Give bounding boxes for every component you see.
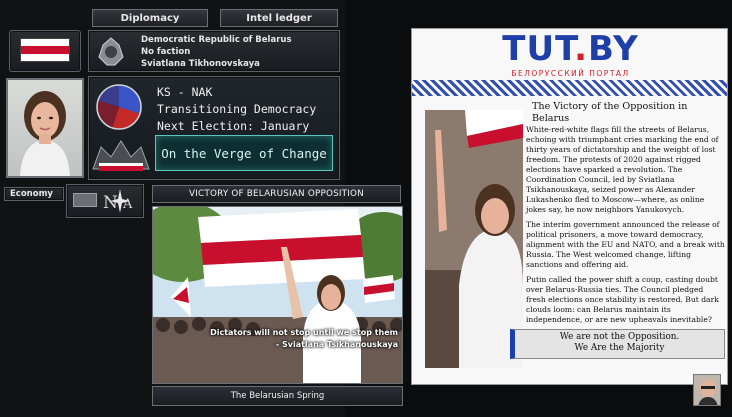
coat-of-arms-icon bbox=[89, 133, 153, 177]
banner-line-1: We are not the Opposition. bbox=[559, 332, 680, 342]
newspaper-headline: The Victory of the Opposition in Belarus bbox=[532, 101, 688, 124]
ideology-pie-chart[interactable] bbox=[95, 83, 143, 131]
newspaper-logo: TUT.BY bbox=[412, 29, 727, 69]
economy-tab[interactable]: Economy bbox=[4, 187, 64, 201]
event-quote-author: - Sviatlana Tsikhanouskaya bbox=[275, 340, 398, 349]
country-name: Democratic Republic of Belarus bbox=[141, 35, 292, 45]
alliance-emblem-icon[interactable] bbox=[73, 193, 97, 207]
logo-dot: . bbox=[574, 29, 589, 69]
alliance-panel: N A bbox=[66, 184, 144, 218]
leader-portrait-image bbox=[20, 91, 70, 176]
banner-line-2: We Are the Majority bbox=[574, 343, 665, 353]
svg-text:N: N bbox=[103, 193, 118, 213]
player-avatar[interactable] bbox=[693, 374, 721, 406]
newspaper-banner: We are not the Opposition. We Are the Ma… bbox=[510, 329, 725, 359]
newspaper-photo-image bbox=[425, 110, 523, 368]
belarus-flag bbox=[20, 38, 70, 62]
status-button[interactable]: On the Verge of Change bbox=[155, 135, 333, 171]
country-info-panel: Democratic Republic of Belarus No factio… bbox=[88, 30, 340, 72]
newspaper-subtitle: БЕЛОРУССКИЙ ПОРТАЛ bbox=[511, 69, 630, 78]
logo-tut: TUT bbox=[502, 29, 575, 69]
faction-label: No faction bbox=[141, 47, 191, 57]
flag-frame[interactable] bbox=[9, 30, 81, 72]
event-title: VICTORY OF BELARUSIAN OPPOSITION bbox=[189, 189, 364, 199]
event-caption-bar[interactable]: The Belarusian Spring bbox=[152, 386, 403, 406]
newspaper-paragraph-2: The interim government announced the rel… bbox=[526, 220, 725, 269]
nato-star-icon[interactable]: N A bbox=[101, 187, 139, 215]
economy-label: Economy bbox=[10, 189, 53, 199]
government-panel: KS - NAK Transitioning Democracy Next El… bbox=[88, 76, 340, 180]
newspaper-body: White-red-white flags fill the streets o… bbox=[526, 125, 725, 330]
intel-ledger-tab[interactable]: Intel ledger bbox=[220, 9, 338, 27]
government-type: Transitioning Democracy bbox=[157, 102, 317, 116]
ornament-band bbox=[412, 80, 727, 96]
leader-name: Sviatlana Tikhonovskaya bbox=[141, 59, 260, 69]
newspaper: TUT.BY БЕЛОРУССКИЙ ПОРТАЛ The Victory of… bbox=[411, 28, 728, 385]
event-quote: Dictators will not stop until we stop th… bbox=[210, 328, 398, 337]
event-image: Dictators will not stop until we stop th… bbox=[152, 206, 403, 384]
diplomacy-tab[interactable]: Diplomacy bbox=[92, 9, 208, 27]
leader-portrait[interactable] bbox=[6, 78, 84, 178]
party-name: KS - NAK bbox=[157, 85, 213, 99]
protest-scene-image bbox=[153, 207, 402, 383]
event-title-bar: VICTORY OF BELARUSIAN OPPOSITION bbox=[152, 185, 401, 203]
faction-emblem-icon bbox=[93, 35, 129, 69]
newspaper-photo bbox=[425, 110, 523, 368]
logo-by: BY bbox=[588, 29, 639, 69]
svg-text:A: A bbox=[122, 197, 133, 212]
newspaper-paragraph-1: White-red-white flags fill the streets o… bbox=[526, 125, 719, 214]
newspaper-paragraph-3: Putin called the power shift a coup, cas… bbox=[526, 275, 719, 324]
event-caption: The Belarusian Spring bbox=[230, 391, 325, 401]
avatar-icon bbox=[694, 375, 720, 405]
